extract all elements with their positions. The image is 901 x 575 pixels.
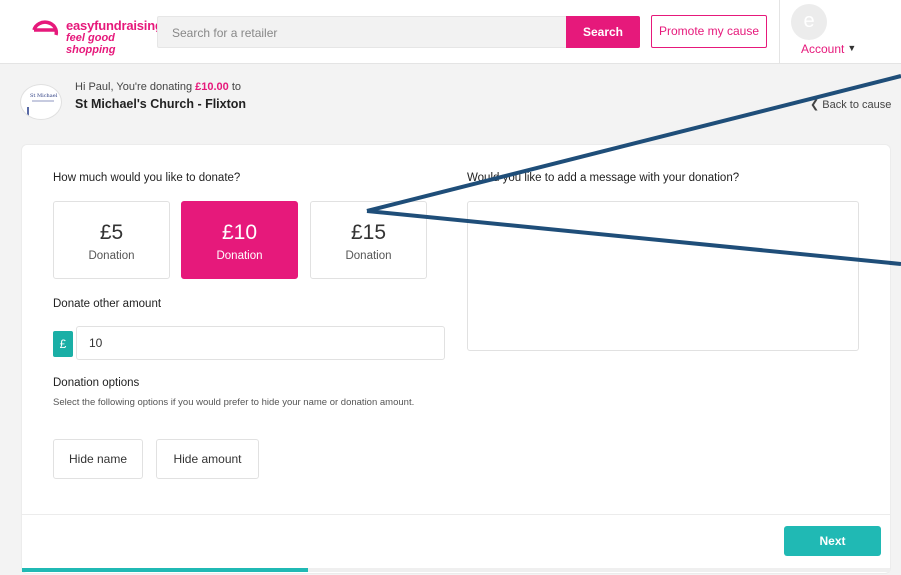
search-button[interactable]: Search bbox=[566, 16, 640, 48]
card-footer-divider bbox=[22, 514, 890, 515]
top-header: easyfundraising feel good shopping Searc… bbox=[0, 0, 901, 64]
amount-caption: Donation bbox=[88, 250, 135, 262]
logo-tagline: feel good shopping bbox=[66, 32, 116, 56]
form-progress-fill bbox=[22, 568, 309, 572]
account-avatar[interactable]: e bbox=[791, 4, 827, 40]
cause-logo: St Michael bbox=[20, 84, 62, 120]
hide-amount-toggle[interactable]: Hide amount bbox=[156, 439, 259, 479]
other-amount-label: Donate other amount bbox=[53, 298, 162, 310]
hide-name-toggle[interactable]: Hide name bbox=[53, 439, 143, 479]
logo-swoosh-icon bbox=[32, 20, 59, 36]
amount-option-15[interactable]: £15 Donation bbox=[310, 201, 427, 279]
greeting-amount: £10.00 bbox=[195, 81, 229, 93]
greeting-suffix: to bbox=[228, 81, 242, 93]
cause-logo-text: St Michael bbox=[30, 93, 58, 99]
other-amount-input[interactable]: 10 bbox=[76, 326, 445, 360]
cause-logo-mark bbox=[27, 107, 29, 116]
donation-options-help: Select the following options if you woul… bbox=[53, 397, 415, 408]
amount-value: £10 bbox=[221, 221, 258, 244]
cause-name: St Michael's Church - Flixton bbox=[75, 97, 247, 111]
back-to-cause-link[interactable]: ❮ Back to cause bbox=[810, 98, 891, 111]
easyfundraising-logo[interactable]: easyfundraising feel good shopping bbox=[30, 14, 163, 56]
account-label: Account bbox=[801, 42, 845, 56]
amount-option-5[interactable]: £5 Donation bbox=[53, 201, 170, 279]
caret-down-icon: ▼ bbox=[847, 43, 857, 53]
pound-currency-icon: £ bbox=[53, 331, 73, 357]
donation-greeting: Hi Paul, You're donating £10.00 to bbox=[75, 81, 241, 93]
amount-caption: Donation bbox=[216, 250, 263, 262]
account-menu[interactable]: Account ▼ bbox=[801, 42, 856, 56]
cause-logo-line bbox=[32, 100, 54, 102]
promote-my-cause-button[interactable]: Promote my cause bbox=[651, 15, 767, 48]
amount-value: £5 bbox=[99, 221, 124, 244]
donation-options-title: Donation options bbox=[53, 377, 140, 389]
logo-wordmark: easyfundraising bbox=[66, 18, 163, 33]
retailer-search-input[interactable]: Search for a retailer bbox=[157, 16, 566, 48]
message-question: Would you like to add a message with you… bbox=[467, 172, 740, 184]
amount-option-10[interactable]: £10 Donation bbox=[181, 201, 298, 279]
amount-question: How much would you like to donate? bbox=[53, 172, 241, 184]
header-divider bbox=[779, 0, 780, 64]
amount-value: £15 bbox=[350, 221, 387, 244]
donation-message-textarea[interactable] bbox=[467, 201, 859, 351]
next-button[interactable]: Next bbox=[784, 526, 881, 556]
greeting-prefix: Hi Paul, You're donating bbox=[75, 81, 196, 93]
amount-caption: Donation bbox=[345, 250, 392, 262]
form-progress-bar bbox=[22, 568, 890, 572]
